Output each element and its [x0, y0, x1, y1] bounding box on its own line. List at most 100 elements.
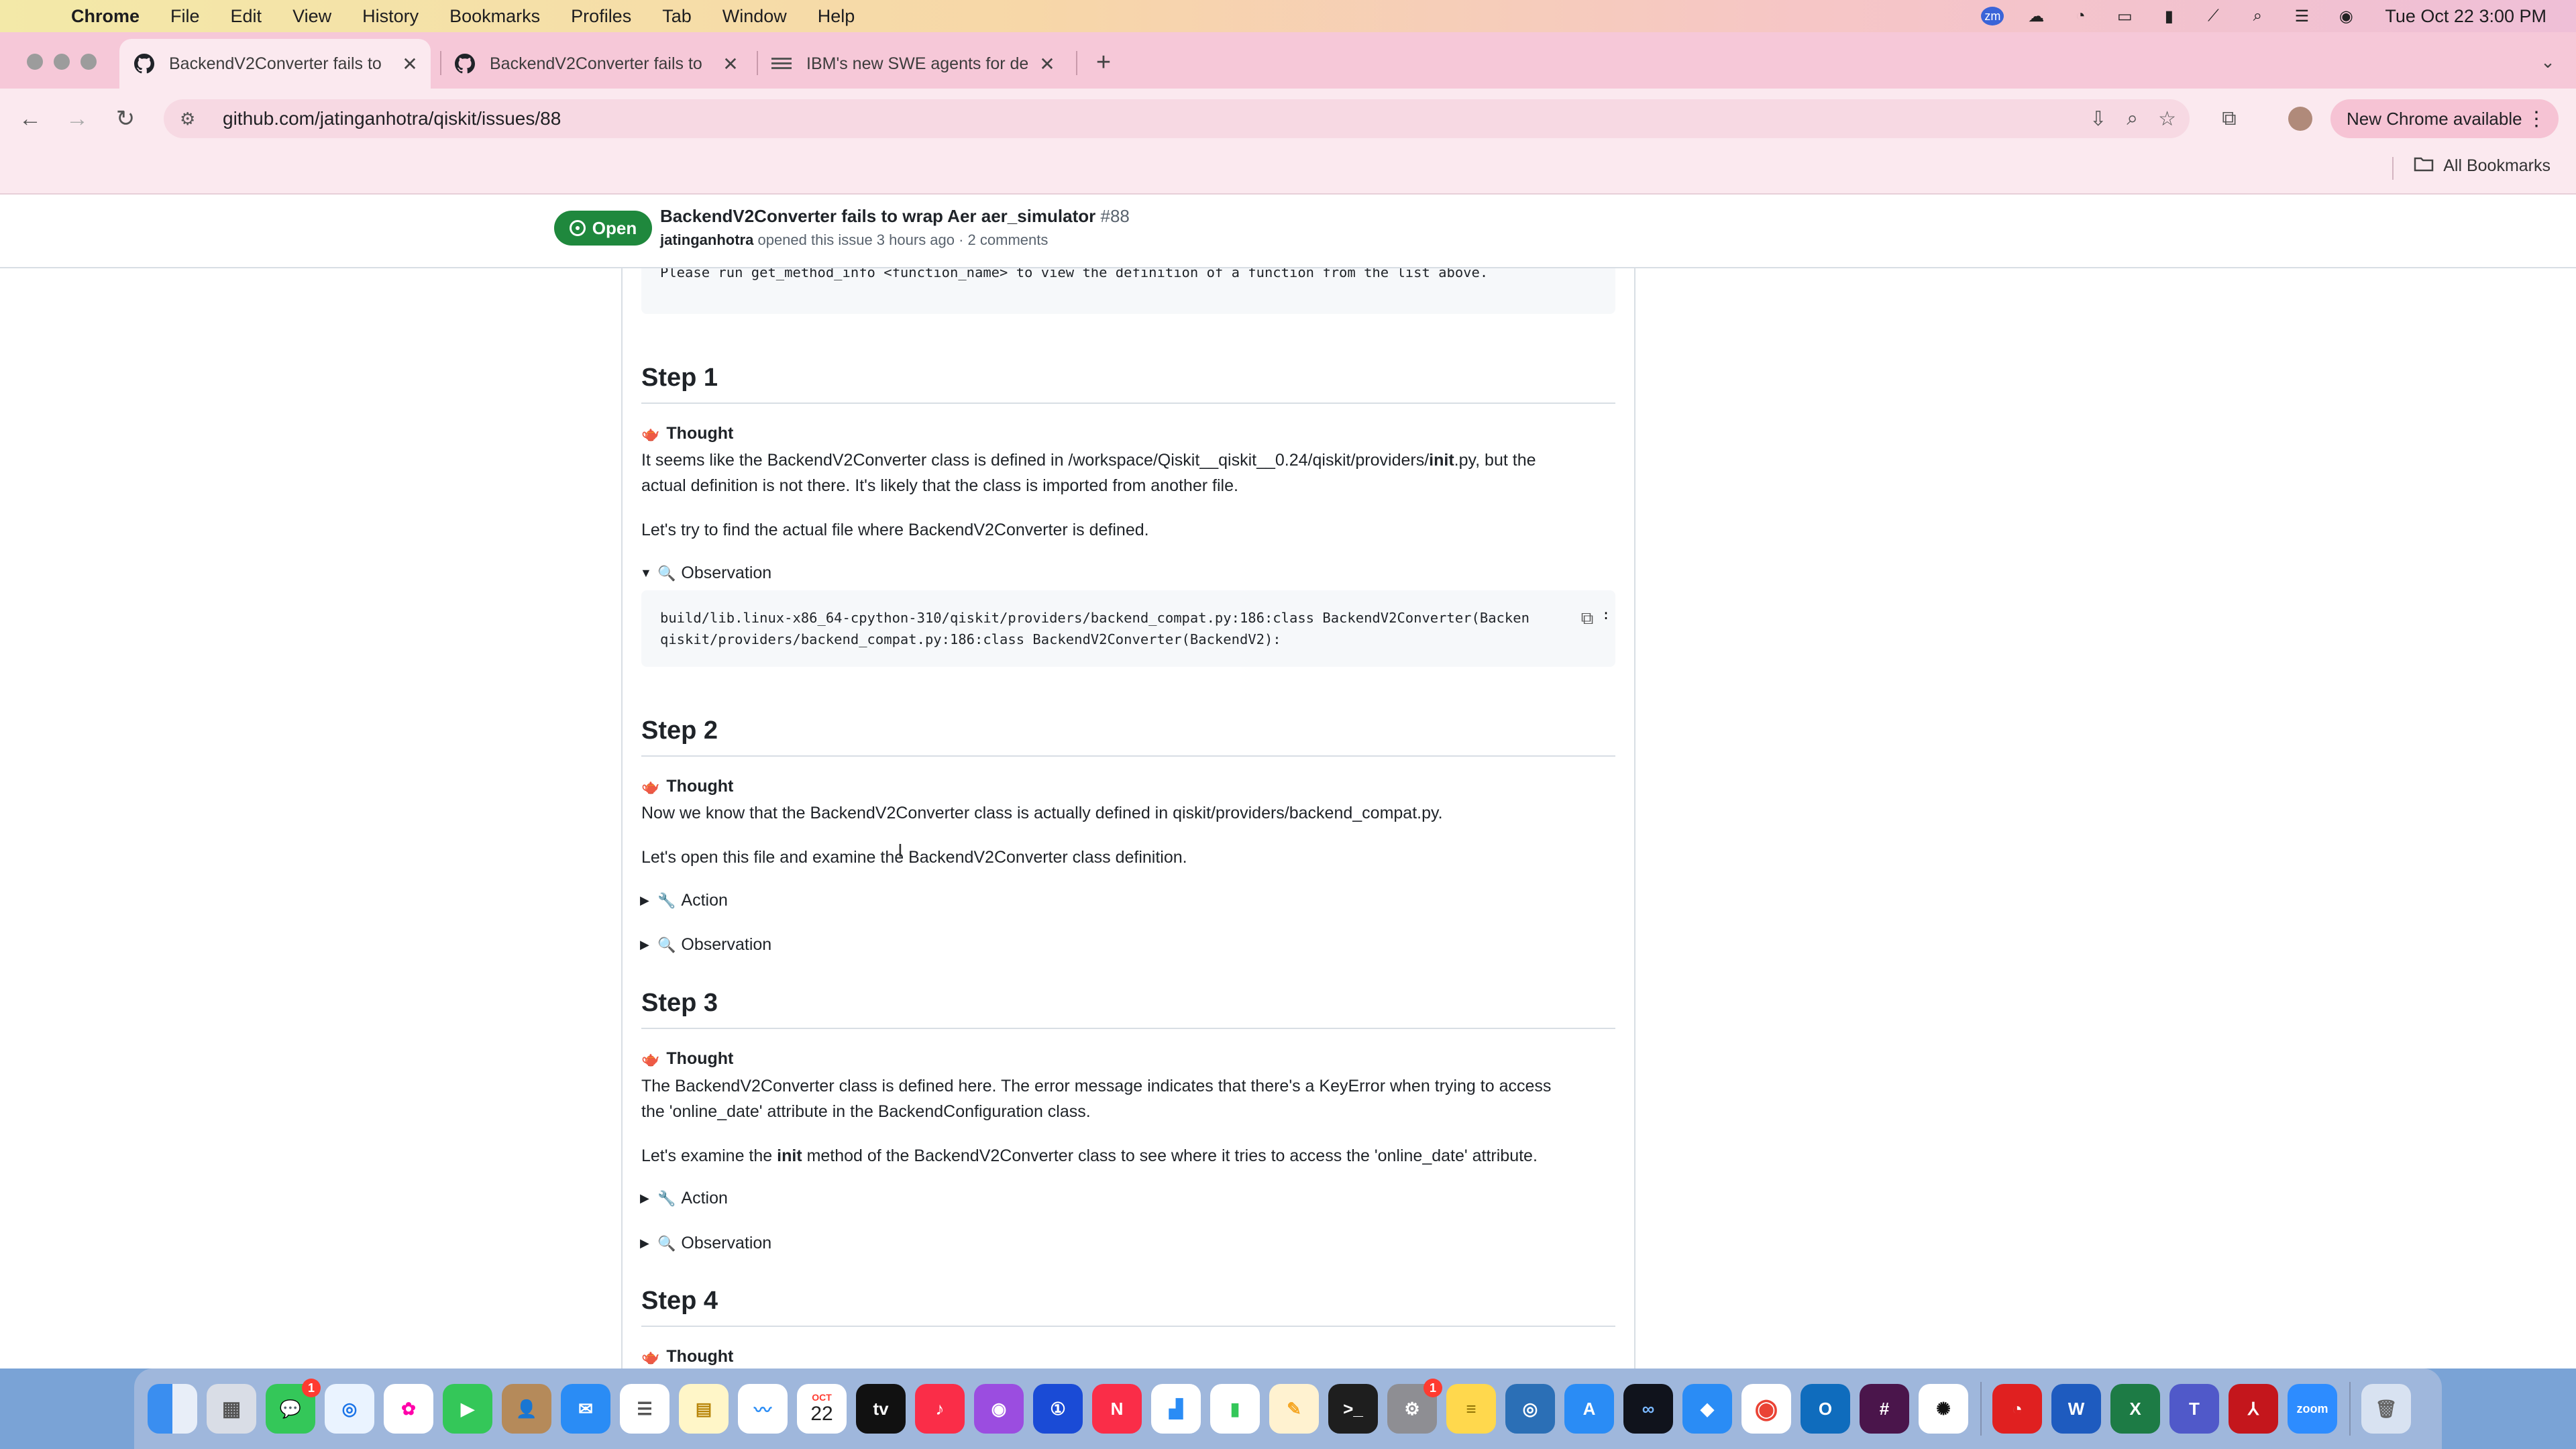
- bookmark-star-icon[interactable]: ☆: [2158, 107, 2176, 131]
- address-bar[interactable]: ⚙ github.com/jatinganhotra/qiskit/issues…: [164, 99, 2190, 138]
- tab-close-icon[interactable]: ✕: [400, 53, 420, 75]
- system-settings-gear-icon[interactable]: ⚙ 1: [1387, 1379, 1442, 1434]
- teams-icon[interactable]: T: [2169, 1384, 2219, 1434]
- wrench-icon: 🔧: [657, 1189, 676, 1207]
- menu-file[interactable]: File: [170, 6, 200, 27]
- app-store-icon[interactable]: A: [1564, 1384, 1614, 1434]
- ibm-icon: [770, 52, 793, 75]
- freeform-icon[interactable]: 〰: [738, 1384, 788, 1434]
- copilot-icon[interactable]: ∞: [1623, 1384, 1673, 1434]
- pages-icon[interactable]: ✎: [1269, 1384, 1319, 1434]
- chrome-menu-icon[interactable]: ⋮: [2526, 107, 2546, 131]
- step-2-action-toggle[interactable]: ▶ 🔧 Action: [640, 891, 728, 910]
- menu-help[interactable]: Help: [818, 6, 855, 27]
- proxy-tool-icon[interactable]: ◎: [1505, 1384, 1555, 1434]
- issue-body-column: [621, 195, 1635, 1368]
- tab-close-icon[interactable]: ✕: [720, 53, 741, 75]
- mail-icon[interactable]: ✉: [561, 1384, 610, 1434]
- bold-init-text: init: [777, 1146, 802, 1165]
- finder-icon[interactable]: [148, 1384, 197, 1434]
- calendar-icon[interactable]: OCT 22: [797, 1384, 847, 1434]
- back-arrow-icon[interactable]: ←: [13, 102, 47, 136]
- photos-icon[interactable]: ✿: [384, 1384, 433, 1434]
- menu-history[interactable]: History: [362, 6, 419, 27]
- step-2-observation-toggle[interactable]: ▶ 🔍 Observation: [640, 935, 771, 955]
- tab-search-chevron-icon[interactable]: ⌄: [2533, 47, 2563, 76]
- window-zoom-button[interactable]: [80, 54, 97, 70]
- notes-icon[interactable]: ▤: [679, 1384, 729, 1434]
- address-bar-url[interactable]: github.com/jatinganhotra/qiskit/issues/8…: [223, 108, 561, 129]
- screen-mirror-icon[interactable]: ▭: [2112, 7, 2137, 25]
- step-3-action-toggle[interactable]: ▶ 🔧 Action: [640, 1189, 728, 1208]
- extensions-puzzle-icon[interactable]: ⧉: [2212, 102, 2246, 136]
- spotlight-search-icon[interactable]: ⌕: [2245, 7, 2269, 25]
- battery-icon[interactable]: ▮: [2157, 7, 2181, 25]
- menu-app-name[interactable]: Chrome: [71, 6, 140, 27]
- issue-author-link[interactable]: jatinganhotra: [660, 231, 753, 248]
- menu-tab[interactable]: Tab: [662, 6, 692, 27]
- apple-tv-icon[interactable]: tv: [856, 1384, 906, 1434]
- zoom-status-icon[interactable]: zm: [1981, 7, 2004, 25]
- site-info-icon[interactable]: ⚙: [180, 109, 207, 129]
- step-3-observation-toggle[interactable]: ▶ 🔍 Observation: [640, 1234, 771, 1253]
- safari-technology-preview-icon[interactable]: ◆: [1682, 1384, 1732, 1434]
- menu-clock[interactable]: Tue Oct 22 3:00 PM: [2385, 6, 2546, 27]
- outlook-icon[interactable]: O: [1801, 1384, 1850, 1434]
- tab-ibm-swe-agents[interactable]: IBM's new SWE agents for de ✕: [757, 39, 1068, 89]
- trash-icon[interactable]: 🗑: [2361, 1384, 2411, 1434]
- circle-status-icon[interactable]: ◔: [2068, 7, 2092, 25]
- tab-issue-88-second[interactable]: BackendV2Converter fails to ✕: [440, 39, 751, 89]
- step-1-observation-toggle-open[interactable]: ▼ 🔍 Observation: [640, 564, 771, 583]
- reload-icon[interactable]: ↻: [109, 102, 142, 136]
- bookmarks-separator: [2392, 157, 2394, 180]
- acrobat-pdf-icon[interactable]: ◔: [1992, 1384, 2042, 1434]
- zoom-app-icon[interactable]: zoom: [2288, 1384, 2337, 1434]
- creative-cloud-icon[interactable]: ☁: [2024, 7, 2048, 25]
- copy-code-icon[interactable]: ⧉: [1575, 606, 1599, 631]
- siri-icon[interactable]: ◉: [2334, 7, 2358, 25]
- menu-profiles[interactable]: Profiles: [571, 6, 631, 27]
- adobe-reader-icon[interactable]: ⅄: [2229, 1384, 2278, 1434]
- thought-label: Thought: [666, 1347, 734, 1366]
- github-icon: [133, 52, 156, 75]
- podcasts-icon[interactable]: ◉: [974, 1384, 1024, 1434]
- profile-avatar[interactable]: [2284, 102, 2317, 136]
- text-cursor-icon: I: [898, 840, 903, 861]
- messages-icon[interactable]: 💬 1: [266, 1379, 321, 1434]
- window-close-button[interactable]: [27, 54, 43, 70]
- numbers-icon[interactable]: ▮: [1210, 1384, 1260, 1434]
- install-app-icon[interactable]: ⇩: [2090, 107, 2106, 131]
- chatgpt-icon[interactable]: ✺: [1919, 1384, 1968, 1434]
- facetime-icon[interactable]: ▶: [443, 1384, 492, 1434]
- new-tab-plus-icon[interactable]: +: [1087, 46, 1120, 79]
- all-bookmarks-button[interactable]: All Bookmarks: [2414, 156, 2551, 176]
- menu-window[interactable]: Window: [722, 6, 787, 27]
- issue-title[interactable]: BackendV2Converter fails to wrap Aer aer…: [660, 206, 1130, 227]
- new-chrome-available-button[interactable]: New Chrome available ⋮: [2330, 99, 2559, 138]
- menu-bookmarks[interactable]: Bookmarks: [449, 6, 540, 27]
- wifi-off-icon[interactable]: ⟋: [2201, 7, 2225, 25]
- control-center-icon[interactable]: ☰: [2290, 7, 2314, 25]
- news-icon[interactable]: N: [1092, 1384, 1142, 1434]
- tab-close-icon[interactable]: ✕: [1037, 53, 1057, 75]
- word-icon[interactable]: W: [2051, 1384, 2101, 1434]
- keynote-icon[interactable]: ▟: [1151, 1384, 1201, 1434]
- reminders-icon[interactable]: ☰: [620, 1384, 669, 1434]
- heading-divider: [641, 755, 1615, 757]
- contacts-icon[interactable]: 👤: [502, 1384, 551, 1434]
- window-minimize-button[interactable]: [54, 54, 70, 70]
- chrome-icon[interactable]: ◉: [1741, 1384, 1791, 1434]
- zoom-magnifier-icon[interactable]: ⌕: [2127, 107, 2138, 131]
- launchpad-icon[interactable]: ▦: [207, 1384, 256, 1434]
- tab-issue-88-active[interactable]: BackendV2Converter fails to ✕: [119, 39, 431, 89]
- menu-view[interactable]: View: [292, 6, 331, 27]
- excel-icon[interactable]: X: [2110, 1384, 2160, 1434]
- stickies-icon[interactable]: ≡: [1446, 1384, 1496, 1434]
- safari-compass-icon[interactable]: ◎: [325, 1384, 374, 1434]
- forward-arrow-icon[interactable]: →: [60, 102, 94, 136]
- terminal-icon[interactable]: >_: [1328, 1384, 1378, 1434]
- music-icon[interactable]: ♪: [915, 1384, 965, 1434]
- slack-icon[interactable]: #: [1860, 1384, 1909, 1434]
- menu-edit[interactable]: Edit: [231, 6, 262, 27]
- password-manager-icon[interactable]: ①: [1033, 1384, 1083, 1434]
